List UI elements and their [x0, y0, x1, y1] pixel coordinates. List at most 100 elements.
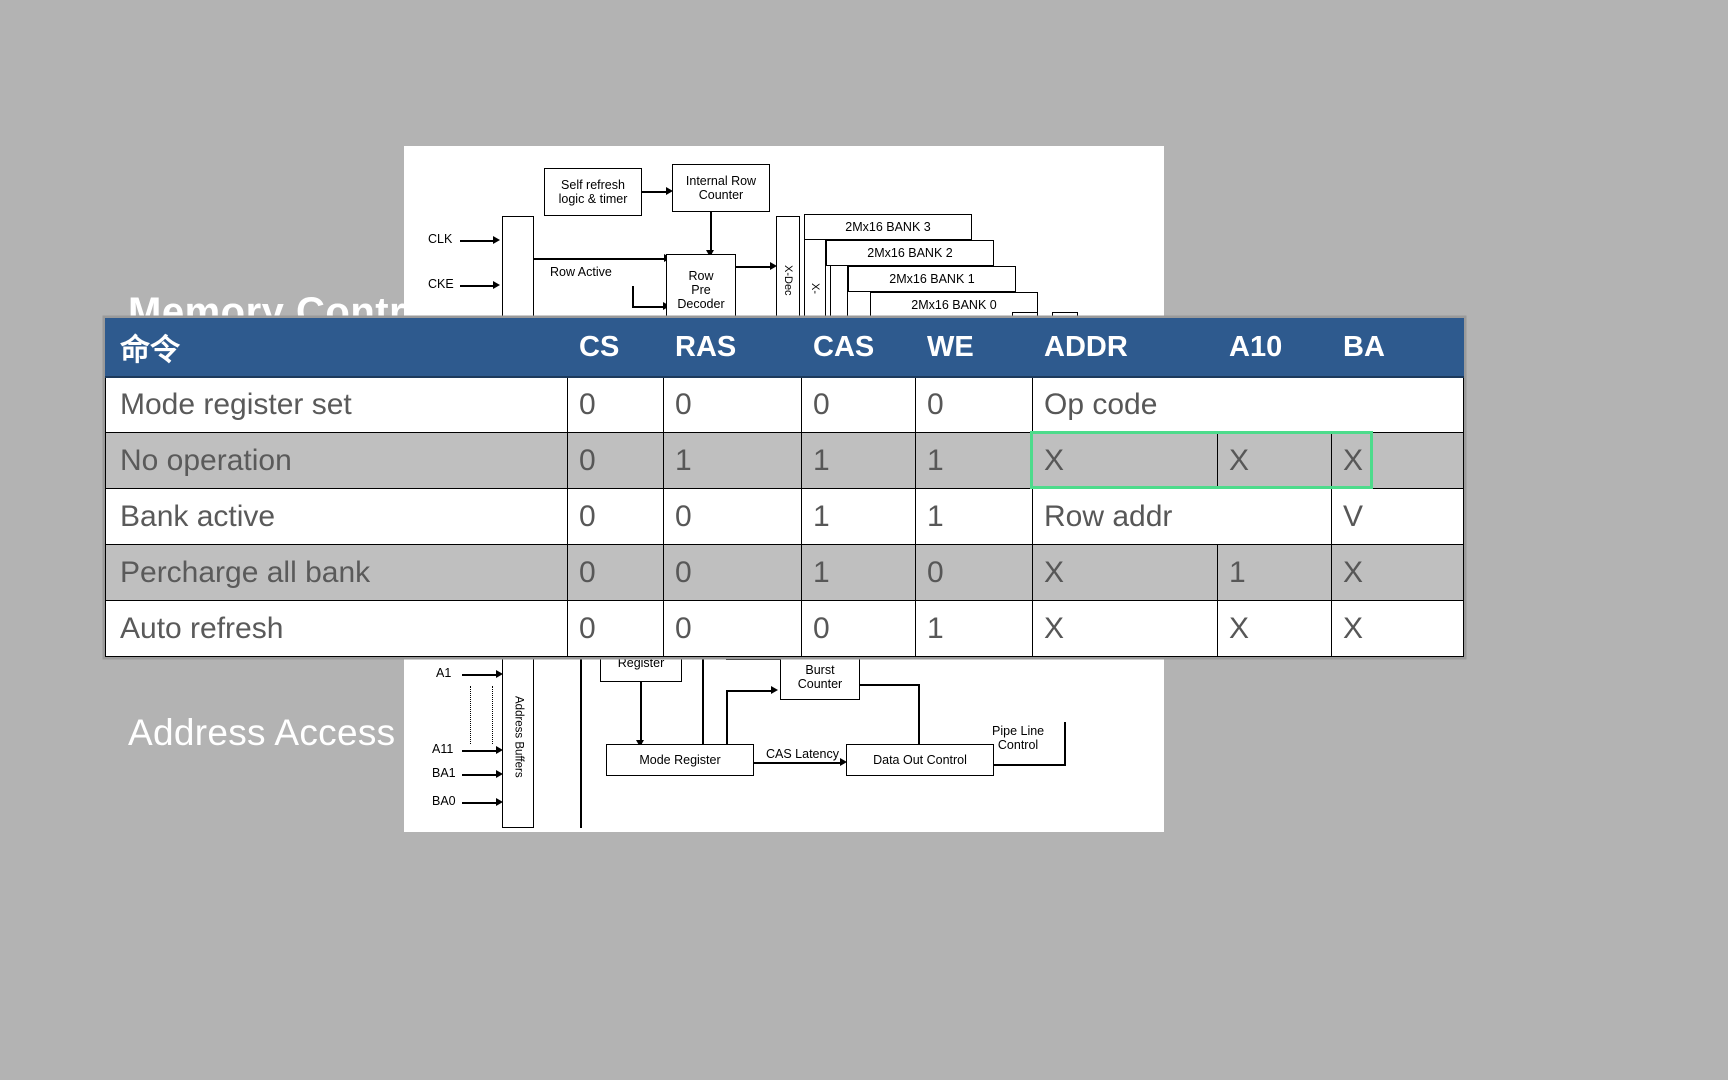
diagram-box-bank2: 2Mx16 BANK 2 [826, 240, 994, 266]
cell-command: Auto refresh [105, 600, 568, 657]
diagram-box-bank0-label: 2Mx16 BANK 0 [911, 298, 997, 312]
column-header-addr[interactable]: ADDR [1032, 318, 1218, 378]
diagram-line [632, 286, 634, 308]
diagram-box-bank3: 2Mx16 BANK 3 [804, 214, 972, 240]
diagram-box-bank3-label: 2Mx16 BANK 3 [845, 220, 931, 234]
diagram-box-row-pre-decoder-label: Row Pre Decoder [677, 269, 725, 311]
diagram-line [460, 240, 494, 242]
cell-ba: X [1331, 544, 1464, 601]
cell-ba: V [1331, 488, 1464, 545]
cell-cas: 1 [801, 488, 916, 545]
diagram-line-dotted [470, 686, 471, 744]
cell-command: Bank active [105, 488, 568, 545]
cell-we: 0 [915, 376, 1033, 433]
cell-cs: 0 [567, 376, 664, 433]
diagram-line [534, 258, 666, 260]
diagram-line [460, 285, 494, 287]
diagram-box-row-pre-decoder: Row Pre Decoder [666, 254, 736, 326]
diagram-box-x-decoder-label: X-Dec [782, 264, 795, 296]
diagram-line [726, 658, 780, 660]
cell-ras: 0 [663, 376, 802, 433]
column-header-we[interactable]: WE [915, 318, 1033, 378]
diagram-box-bank1: 2Mx16 BANK 1 [848, 266, 1016, 292]
cell-ras: 1 [663, 432, 802, 489]
diagram-label-clk: CLK [428, 232, 453, 246]
column-header-ras[interactable]: RAS [663, 318, 802, 378]
diagram-box-internal-row-counter: Internal Row Counter [672, 164, 770, 212]
column-header-ba[interactable]: BA [1331, 318, 1464, 378]
cell-addr: X [1032, 432, 1218, 489]
diagram-box-bank1-label: 2Mx16 BANK 1 [889, 272, 975, 286]
diagram-line-dotted [492, 686, 493, 744]
diagram-line [642, 191, 668, 193]
diagram-box-address-buffers: Address Buffers [502, 646, 534, 828]
column-header-a10[interactable]: A10 [1217, 318, 1332, 378]
cell-we: 1 [915, 600, 1033, 657]
cell-command: Percharge all bank [105, 544, 568, 601]
column-header-command[interactable]: 命令 [105, 318, 568, 378]
column-header-cs[interactable]: CS [567, 318, 664, 378]
diagram-box-mode-register-label: Mode Register [639, 753, 721, 767]
diagram-box-self-refresh: Self refresh logic & timer [544, 168, 642, 216]
diagram-label-ba1: BA1 [432, 766, 456, 780]
diagram-label-row-active: Row Active [550, 265, 612, 279]
diagram-box-internal-row-counter-label: Internal Row Counter [685, 174, 757, 202]
cell-a10: X [1217, 432, 1332, 489]
diagram-line [710, 212, 712, 254]
cell-cas: 0 [801, 600, 916, 657]
cell-cs: 0 [567, 600, 664, 657]
diagram-label-cas-latency: CAS Latency [766, 747, 839, 761]
table-header-row: 命令 CS RAS CAS WE ADDR A10 BA [105, 318, 1464, 378]
diagram-line [736, 266, 772, 268]
diagram-box-bank2-label: 2Mx16 BANK 2 [867, 246, 953, 260]
cell-a10: X [1217, 600, 1332, 657]
cell-ras: 0 [663, 488, 802, 545]
cell-a10: 1 [1217, 544, 1332, 601]
cell-cs: 0 [567, 544, 664, 601]
diagram-line [580, 652, 582, 828]
diagram-box-data-out-control: Data Out Control [846, 744, 994, 776]
table-row[interactable]: Percharge all bank 0 0 1 0 X 1 X [105, 544, 1464, 601]
cell-cas: 1 [801, 432, 916, 489]
cell-command: No operation [105, 432, 568, 489]
diagram-box-register-label: Register [617, 656, 665, 670]
diagram-line [754, 762, 842, 764]
diagram-line [640, 682, 642, 744]
diagram-line [994, 764, 1066, 766]
diagram-line [860, 684, 920, 686]
cell-addr: X [1032, 600, 1218, 657]
diagram-box-x-decoder-2-label: X- [809, 282, 822, 294]
slide-canvas: Memory Control Address Access Self refre… [0, 0, 1728, 1080]
diagram-line [462, 802, 498, 804]
diagram-box-data-out-control-label: Data Out Control [873, 753, 967, 767]
cell-ba: X [1331, 600, 1464, 657]
diagram-label-ba0: BA0 [432, 794, 456, 808]
diagram-line [462, 750, 498, 752]
cell-ba: X [1331, 432, 1464, 489]
diagram-line [1064, 722, 1066, 764]
diagram-line [462, 674, 498, 676]
diagram-line [462, 774, 498, 776]
diagram-box-self-refresh-label: Self refresh logic & timer [558, 178, 628, 206]
table-row[interactable]: Bank active 0 0 1 1 Row addr V [105, 488, 1464, 545]
diagram-label-pipeline-control: Pipe Line Control [992, 724, 1045, 752]
cell-cas: 0 [801, 376, 916, 433]
column-header-cas[interactable]: CAS [801, 318, 916, 378]
cell-we: 1 [915, 432, 1033, 489]
diagram-box-address-buffers-label: Address Buffers [512, 696, 525, 778]
diagram-line [632, 306, 666, 308]
diagram-line [726, 690, 772, 692]
diagram-box-burst-counter: Burst Counter [780, 654, 860, 700]
cell-ras: 0 [663, 600, 802, 657]
diagram-label-cke: CKE [428, 277, 454, 291]
cell-command: Mode register set [105, 376, 568, 433]
diagram-label-a1: A1 [436, 666, 452, 680]
diagram-line [918, 684, 920, 752]
page-subtitle: Address Access [128, 712, 396, 753]
table-row[interactable]: Auto refresh 0 0 0 1 X X X [105, 600, 1464, 657]
cell-we: 1 [915, 488, 1033, 545]
command-truth-table: 命令 CS RAS CAS WE ADDR A10 BA Mode regist… [105, 318, 1464, 657]
table-row[interactable]: No operation 0 1 1 1 X X X [105, 432, 1464, 489]
table-row[interactable]: Mode register set 0 0 0 0 Op code [105, 376, 1464, 433]
cell-ras: 0 [663, 544, 802, 601]
